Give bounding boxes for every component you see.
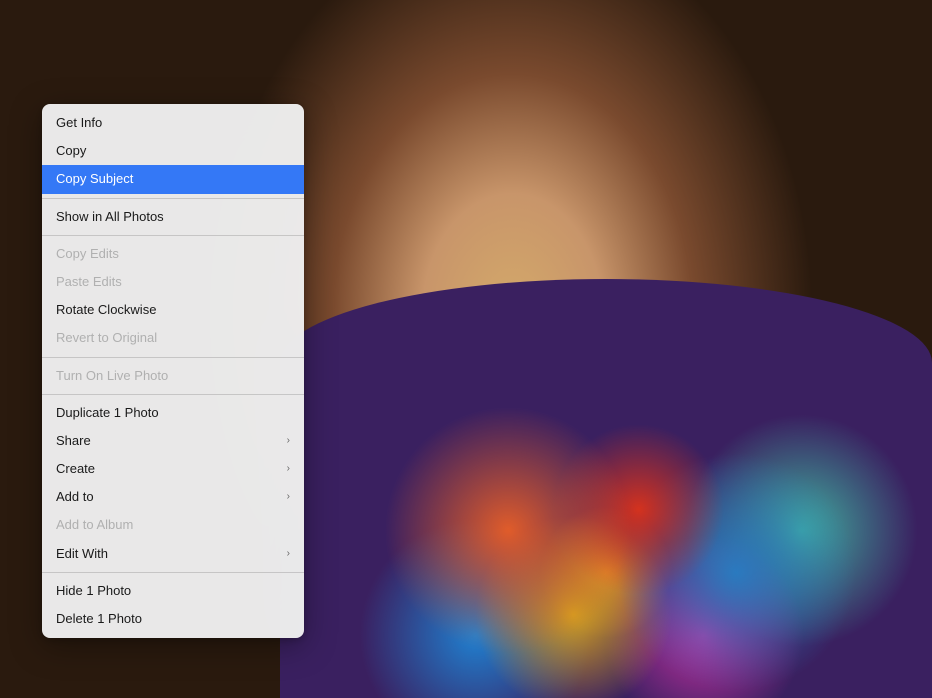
menu-item-label: Turn On Live Photo bbox=[56, 367, 168, 385]
menu-item-label: Copy Subject bbox=[56, 170, 133, 188]
menu-item-label: Copy Edits bbox=[56, 245, 119, 263]
menu-item-label: Duplicate 1 Photo bbox=[56, 404, 159, 422]
menu-item-label: Share bbox=[56, 432, 91, 450]
menu-item-label: Delete 1 Photo bbox=[56, 610, 142, 628]
menu-item-edit-with[interactable]: Edit With › bbox=[42, 540, 304, 568]
menu-item-show-in-all-photos[interactable]: Show in All Photos bbox=[42, 203, 304, 231]
submenu-chevron-icon: › bbox=[287, 490, 290, 504]
menu-item-copy-subject[interactable]: Copy Subject bbox=[42, 165, 304, 193]
menu-item-rotate-clockwise[interactable]: Rotate Clockwise bbox=[42, 296, 304, 324]
menu-item-label: Copy bbox=[56, 142, 86, 160]
menu-item-label: Add to Album bbox=[56, 516, 133, 534]
menu-item-delete-photo[interactable]: Delete 1 Photo bbox=[42, 605, 304, 633]
context-menu: Get Info Copy Copy Subject Show in All Phot… bbox=[42, 104, 304, 638]
submenu-chevron-icon: › bbox=[287, 547, 290, 561]
submenu-chevron-icon: › bbox=[287, 462, 290, 476]
menu-item-copy-edits: Copy Edits bbox=[42, 240, 304, 268]
menu-separator bbox=[42, 235, 304, 236]
menu-item-turn-on-live-photo: Turn On Live Photo bbox=[42, 362, 304, 390]
submenu-chevron-icon: › bbox=[287, 434, 290, 448]
menu-item-label: Add to bbox=[56, 488, 94, 506]
menu-item-add-to-album: Add to Album bbox=[42, 511, 304, 539]
menu-item-copy[interactable]: Copy bbox=[42, 137, 304, 165]
menu-item-paste-edits: Paste Edits bbox=[42, 268, 304, 296]
jacket-overlay bbox=[280, 279, 932, 698]
menu-item-label: Revert to Original bbox=[56, 329, 157, 347]
menu-item-revert-to-original: Revert to Original bbox=[42, 324, 304, 352]
menu-item-label: Show in All Photos bbox=[56, 208, 164, 226]
menu-separator bbox=[42, 572, 304, 573]
menu-item-label: Hide 1 Photo bbox=[56, 582, 131, 600]
menu-item-create[interactable]: Create › bbox=[42, 455, 304, 483]
menu-item-label: Edit With bbox=[56, 545, 108, 563]
menu-item-add-to[interactable]: Add to › bbox=[42, 483, 304, 511]
menu-item-get-info[interactable]: Get Info bbox=[42, 109, 304, 137]
menu-separator bbox=[42, 394, 304, 395]
menu-item-label: Create bbox=[56, 460, 95, 478]
menu-separator bbox=[42, 357, 304, 358]
menu-item-hide-photo[interactable]: Hide 1 Photo bbox=[42, 577, 304, 605]
menu-item-label: Rotate Clockwise bbox=[56, 301, 156, 319]
menu-item-label: Paste Edits bbox=[56, 273, 122, 291]
menu-item-share[interactable]: Share › bbox=[42, 427, 304, 455]
menu-item-label: Get Info bbox=[56, 114, 102, 132]
menu-separator bbox=[42, 198, 304, 199]
menu-item-duplicate-photo[interactable]: Duplicate 1 Photo bbox=[42, 399, 304, 427]
